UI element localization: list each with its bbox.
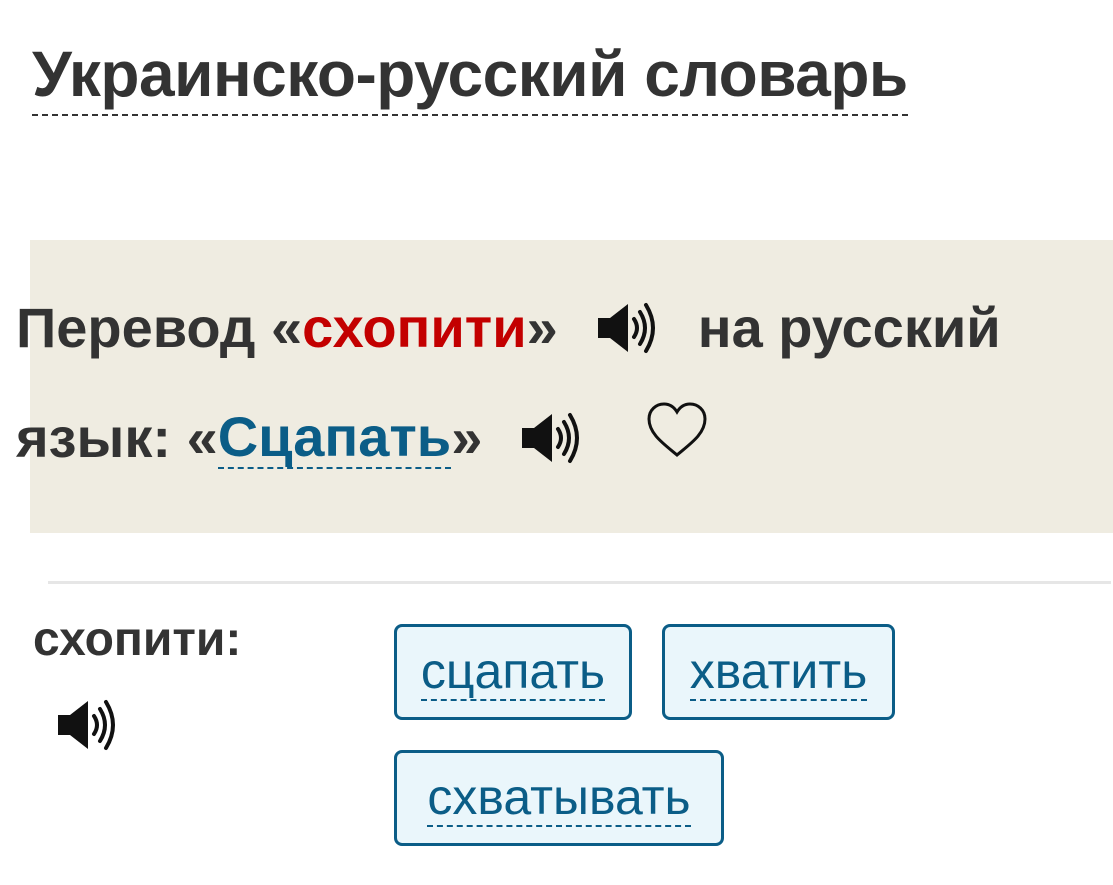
translation-suffix: на русский (697, 296, 1001, 359)
source-word: схопити (302, 296, 527, 359)
translation-line2-prefix: язык: « (16, 406, 218, 469)
synonym-link[interactable]: хватить (689, 643, 868, 701)
synonym-chip[interactable]: схватывать (394, 750, 724, 846)
target-speaker-icon[interactable] (518, 409, 582, 467)
synonym-link[interactable]: схватывать (427, 769, 691, 827)
page-title[interactable]: Украинско-русский словарь (32, 34, 908, 116)
favorite-heart-icon[interactable] (646, 401, 708, 459)
divider (48, 581, 1111, 584)
translation-box (30, 240, 1113, 533)
translation-middle: » (526, 296, 558, 359)
translation-line-2: язык: «Сцапать» (16, 402, 708, 470)
headword-speaker-icon[interactable] (54, 696, 118, 754)
translation-line2-suffix: » (451, 406, 483, 469)
synonym-chip[interactable]: хватить (662, 624, 895, 720)
source-speaker-icon[interactable] (594, 299, 658, 357)
target-word-link[interactable]: Сцапать (217, 407, 452, 469)
page: Украинско-русский словарь Перевод «схопи… (0, 0, 1113, 885)
synonym-link[interactable]: сцапать (420, 643, 606, 701)
headword: схопити: (33, 613, 242, 666)
translation-prefix: Перевод « (16, 296, 303, 359)
synonym-chip[interactable]: сцапать (394, 624, 632, 720)
translation-line-1: Перевод «схопити» на русский (16, 296, 1001, 360)
